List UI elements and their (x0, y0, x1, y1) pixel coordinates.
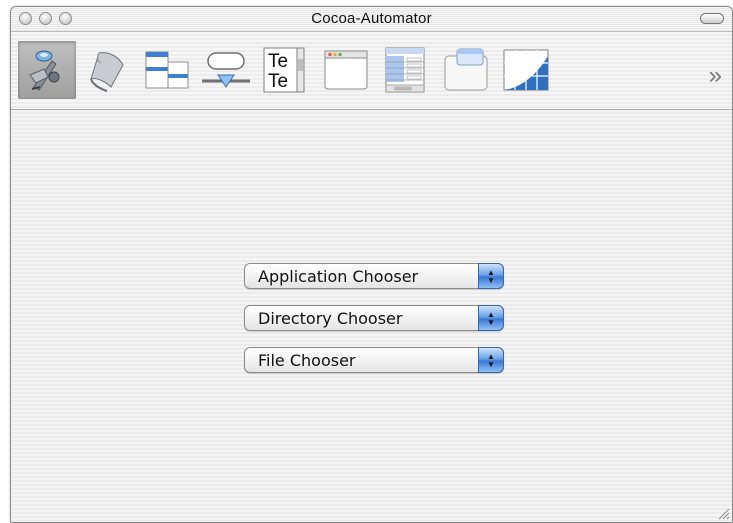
file-chooser-label: File Chooser (258, 351, 356, 370)
toolbar-item-script[interactable] (78, 41, 136, 99)
toolbar-item-controls[interactable] (197, 41, 255, 99)
toolbar-toggle-button[interactable] (700, 13, 724, 24)
file-chooser-popup[interactable]: File Chooser ▲ ▼ (244, 347, 504, 373)
svg-text:Te: Te (268, 71, 288, 92)
directory-chooser-label: Directory Chooser (258, 309, 403, 328)
script-scroll-icon (90, 52, 124, 92)
popup-arrows-icon: ▲ ▼ (478, 305, 504, 331)
toolbar-item-window[interactable] (317, 41, 375, 99)
toolbar-item-table-view[interactable] (377, 41, 435, 99)
table-view-icon (385, 47, 425, 93)
toolbar-overflow-button[interactable]: » (709, 62, 722, 90)
drawer-panel-icon (444, 48, 488, 91)
window-title: Cocoa-Automator (311, 10, 432, 27)
split-view-icon (145, 51, 189, 89)
app-window: Cocoa-Automator Te Te » Application Choo… (10, 6, 733, 523)
popup-arrows-icon: ▲ ▼ (478, 263, 504, 289)
text-view-icon: Te Te (263, 47, 305, 93)
directory-chooser-popup[interactable]: Directory Chooser ▲ ▼ (244, 305, 504, 331)
application-chooser-label: Application Chooser (258, 267, 419, 286)
toolbar-item-automator[interactable] (18, 41, 76, 99)
popup-arrows-icon: ▲ ▼ (478, 347, 504, 373)
automator-robot-icon (29, 50, 60, 91)
toolbar-item-drawer[interactable] (437, 41, 495, 99)
grid-chart-icon (503, 49, 549, 91)
application-chooser-popup[interactable]: Application Chooser ▲ ▼ (244, 263, 504, 289)
svg-text:Te: Te (268, 51, 288, 72)
resize-grip-icon[interactable] (716, 506, 730, 520)
toolbar-item-split-view[interactable] (138, 41, 196, 99)
title-bar[interactable]: Cocoa-Automator (11, 7, 732, 32)
toolbar: Te Te » (11, 32, 732, 110)
toolbar-item-text-view[interactable]: Te Te (256, 41, 314, 99)
window-icon (324, 50, 368, 90)
toolbar-item-chart[interactable] (497, 41, 555, 99)
button-slider-icon (202, 52, 250, 88)
content-area: Application Chooser ▲ ▼ Directory Chooser… (11, 110, 732, 522)
